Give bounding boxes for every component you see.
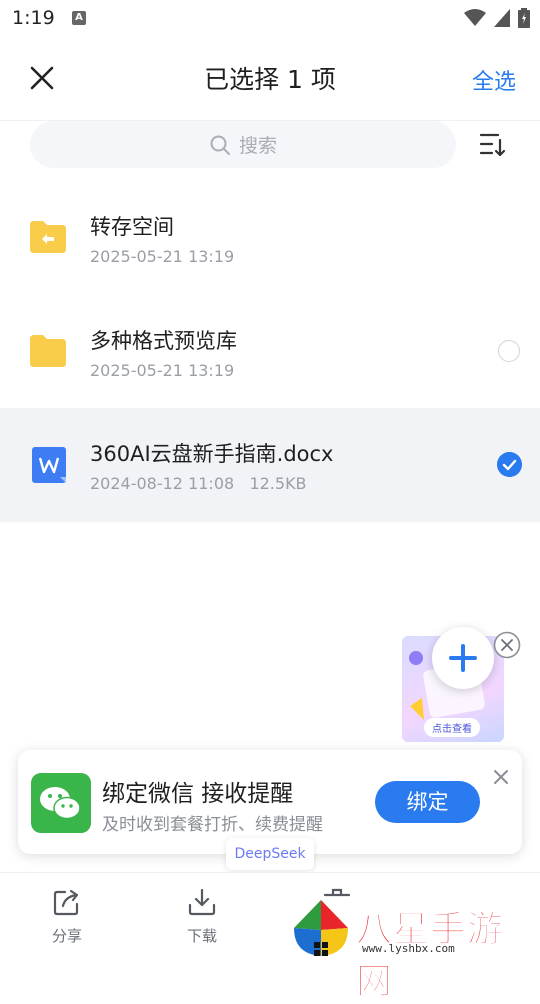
signal-icon bbox=[494, 9, 510, 27]
plus-icon bbox=[449, 644, 477, 672]
file-name: 转存空间 bbox=[90, 215, 174, 239]
list-item[interactable]: 转存空间 2025-05-21 13:19 bbox=[0, 181, 540, 295]
bind-button[interactable]: 绑定 bbox=[375, 781, 480, 823]
file-meta: 2025-05-21 13:19 bbox=[90, 247, 235, 266]
search-placeholder: 搜索 bbox=[238, 135, 277, 157]
file-meta: 2024-08-12 11:08 12.5KB bbox=[90, 474, 307, 493]
file-name: 多种格式预览库 bbox=[90, 329, 237, 353]
battery-icon bbox=[518, 8, 530, 28]
deepseek-tag[interactable]: DeepSeek bbox=[226, 838, 314, 870]
word-doc-icon bbox=[32, 447, 66, 483]
select-all-button[interactable]: 全选 bbox=[472, 64, 516, 96]
promo-close-icon[interactable] bbox=[493, 631, 521, 659]
sort-icon[interactable] bbox=[478, 130, 508, 160]
share-label: 分享 bbox=[51, 927, 82, 945]
select-radio[interactable] bbox=[498, 340, 520, 362]
download-icon bbox=[188, 888, 216, 916]
card-subtitle: 及时收到套餐打折、续费提醒 bbox=[102, 815, 323, 835]
selection-header: 已选择 1 项 全选 bbox=[0, 36, 540, 121]
list-item[interactable]: 360AI云盘新手指南.docx 2024-08-12 11:08 12.5KB bbox=[0, 408, 540, 522]
status-time: 1:19 bbox=[12, 7, 55, 29]
status-bar: 1:19 A bbox=[0, 0, 540, 36]
download-label: 下载 bbox=[186, 927, 217, 945]
download-button[interactable]: 下载 bbox=[162, 887, 242, 946]
promo-view-button[interactable]: 点击查看 bbox=[424, 718, 480, 737]
page-title: 已选择 1 项 bbox=[204, 65, 336, 94]
file-meta: 2025-05-21 13:19 bbox=[90, 361, 235, 380]
watermark-logo-icon bbox=[294, 900, 348, 956]
watermark: 八星手游网 www.lyshbx.com bbox=[292, 898, 532, 1003]
card-title: 绑定微信 接收提醒 bbox=[102, 781, 294, 807]
notification-a-icon: A bbox=[72, 11, 86, 25]
search-icon bbox=[210, 135, 230, 155]
checked-icon[interactable] bbox=[497, 452, 522, 477]
wifi-icon bbox=[464, 9, 486, 26]
status-icons bbox=[464, 8, 530, 28]
share-button[interactable]: 分享 bbox=[27, 887, 107, 946]
share-icon bbox=[53, 889, 79, 916]
close-icon[interactable] bbox=[492, 768, 510, 786]
search-input[interactable]: 搜索 bbox=[30, 121, 456, 168]
transfer-folder-icon bbox=[30, 221, 66, 253]
folder-icon bbox=[30, 335, 66, 367]
wechat-icon bbox=[31, 773, 91, 833]
list-item[interactable]: 多种格式预览库 2025-05-21 13:19 bbox=[0, 295, 540, 409]
add-button[interactable] bbox=[432, 627, 494, 689]
watermark-url: www.lyshbx.com bbox=[362, 942, 455, 955]
file-name: 360AI云盘新手指南.docx bbox=[90, 442, 334, 466]
